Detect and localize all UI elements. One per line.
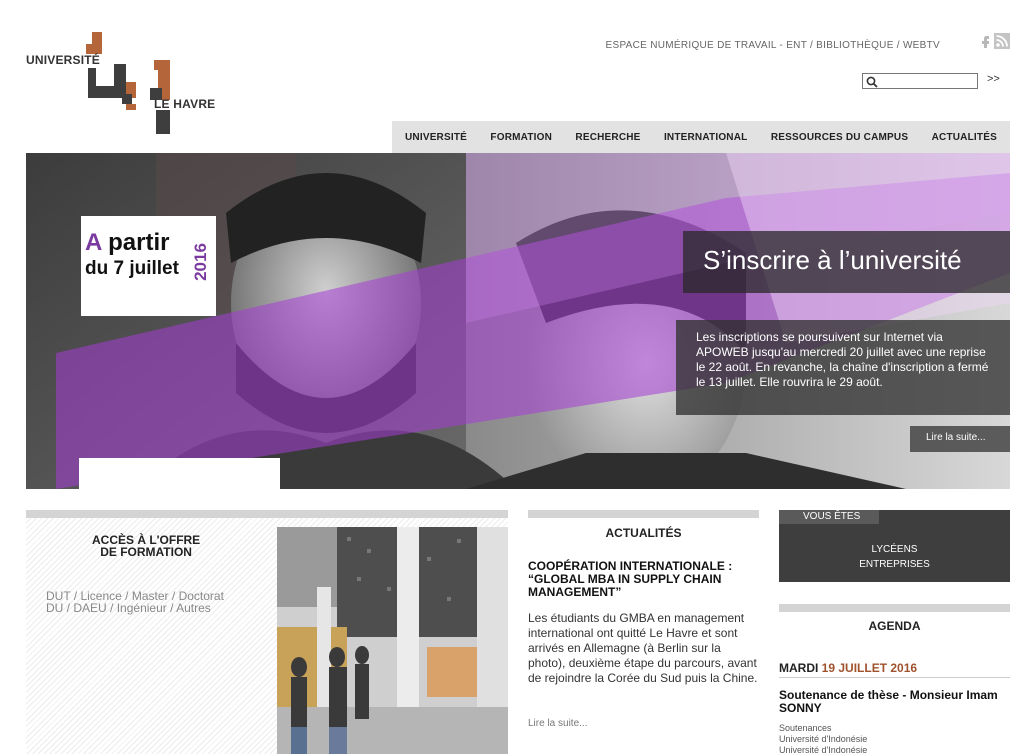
offer-links: DUT / Licence / Master / Doctorat DU / D… [46,589,224,615]
hero-title: S’inscrire à l’université [683,231,1010,293]
right-panel: VOUS ÊTES LYCÉENS ENTREPRISES AGENDA MAR… [779,510,1010,756]
agenda-date: MARDI 19 JUILLET 2016 [779,661,917,675]
vous-etes-tab: VOUS ÊTES [779,510,879,524]
hero-date-line2: du 7 juillet [85,258,179,279]
news-read-more-link[interactable]: Lire la suite... [528,718,587,729]
offer-top-bar [26,510,508,518]
webtv-link[interactable]: WEBTV [903,40,940,51]
logo-text-universite: UNIVERSITÉ [26,53,101,67]
hero-date-line1: A partir [85,229,169,257]
agenda-day: MARDI [779,661,819,675]
offer-link-autres[interactable]: Autres [176,601,211,615]
agenda-event-place-2: Université d'Indonésie [779,745,868,755]
hero-date-partir: partir [101,229,170,256]
nav-item-universite[interactable]: UNIVERSITÉ [405,132,467,143]
hero-date-a: A [85,229,102,256]
campus-photo [277,527,508,754]
hero-date-box: A partir du 7 juillet 2016 [81,216,216,316]
separator: / [893,40,903,51]
offer-link-daeu[interactable]: DAEU [73,601,106,615]
agenda-event-meta: Soutenances Université d'Indonésie Unive… [779,723,867,756]
vous-item-entreprises[interactable]: ENTREPRISES [779,559,1010,570]
hero-date-year: 2016 [191,243,210,281]
search-submit-button[interactable]: >> [987,73,1000,85]
rss-icon[interactable] [994,33,1010,49]
news-title-link[interactable]: COOPÉRATION INTERNATIONALE : “GLOBAL MBA… [528,560,759,599]
nav-item-actualites[interactable]: ACTUALITÉS [932,132,997,143]
offer-panel: ACCÈS À L'OFFRE DE FORMATION DUT / Licen… [26,518,508,754]
agenda-divider [779,677,1010,678]
logo-text-le-havre: LE HAVRE [154,97,216,111]
university-logo[interactable]: UNIVERSITÉ LE HAVRE [26,30,226,140]
nav-item-formation[interactable]: FORMATION [490,132,552,143]
library-link[interactable]: BIBLIOTHÈQUE [816,40,894,51]
search-input[interactable] [862,73,978,89]
top-links: ESPACE NUMÉRIQUE DE TRAVAIL - ENT / BIBL… [606,40,941,51]
offer-title-line2: DE FORMATION [100,545,192,559]
ent-link[interactable]: ESPACE NUMÉRIQUE DE TRAVAIL - ENT [606,40,807,51]
hero-banner[interactable]: A partir du 7 juillet 2016 S’inscrire à … [26,153,1010,489]
news-heading: ACTUALITÉS [605,526,682,540]
offer-link-ingenieur[interactable]: Ingénieur [117,601,167,615]
nav-item-international[interactable]: INTERNATIONAL [664,132,748,143]
agenda-event-title-link[interactable]: Soutenance de thèse - Monsieur Imam SONN… [779,689,1010,715]
search-icon [866,76,878,88]
news-text: Les étudiants du GMBA en management inte… [528,611,758,685]
vous-item-lyceens[interactable]: LYCÉENS [779,544,1010,555]
logo-mark [86,32,170,134]
agenda-date-value: 19 JUILLET 2016 [821,661,918,675]
offer-title: ACCÈS À L'OFFRE DE FORMATION [92,534,200,558]
hero-read-more-link[interactable]: Lire la suite... [910,426,1010,452]
offer-link-du[interactable]: DU [46,601,63,615]
agenda-event-type: Soutenances [779,723,832,733]
nav-item-recherche[interactable]: RECHERCHE [575,132,640,143]
hero-text: Les inscriptions se poursuivent sur Inte… [676,320,1010,415]
vous-etes-box: VOUS ÊTES LYCÉENS ENTREPRISES [779,510,1010,582]
main-nav: UNIVERSITÉ FORMATION RECHERCHE INTERNATI… [392,121,1010,153]
agenda-top-bar [779,604,1010,612]
news-panel: ACTUALITÉS COOPÉRATION INTERNATIONALE : … [528,510,759,754]
hero-caption-strip [79,458,280,489]
nav-item-ressources[interactable]: RESSOURCES DU CAMPUS [771,132,908,143]
separator: / [806,40,817,51]
facebook-icon[interactable] [978,34,992,48]
agenda-heading: AGENDA [868,619,921,633]
agenda-event-place: Université d'Indonésie [779,734,868,744]
